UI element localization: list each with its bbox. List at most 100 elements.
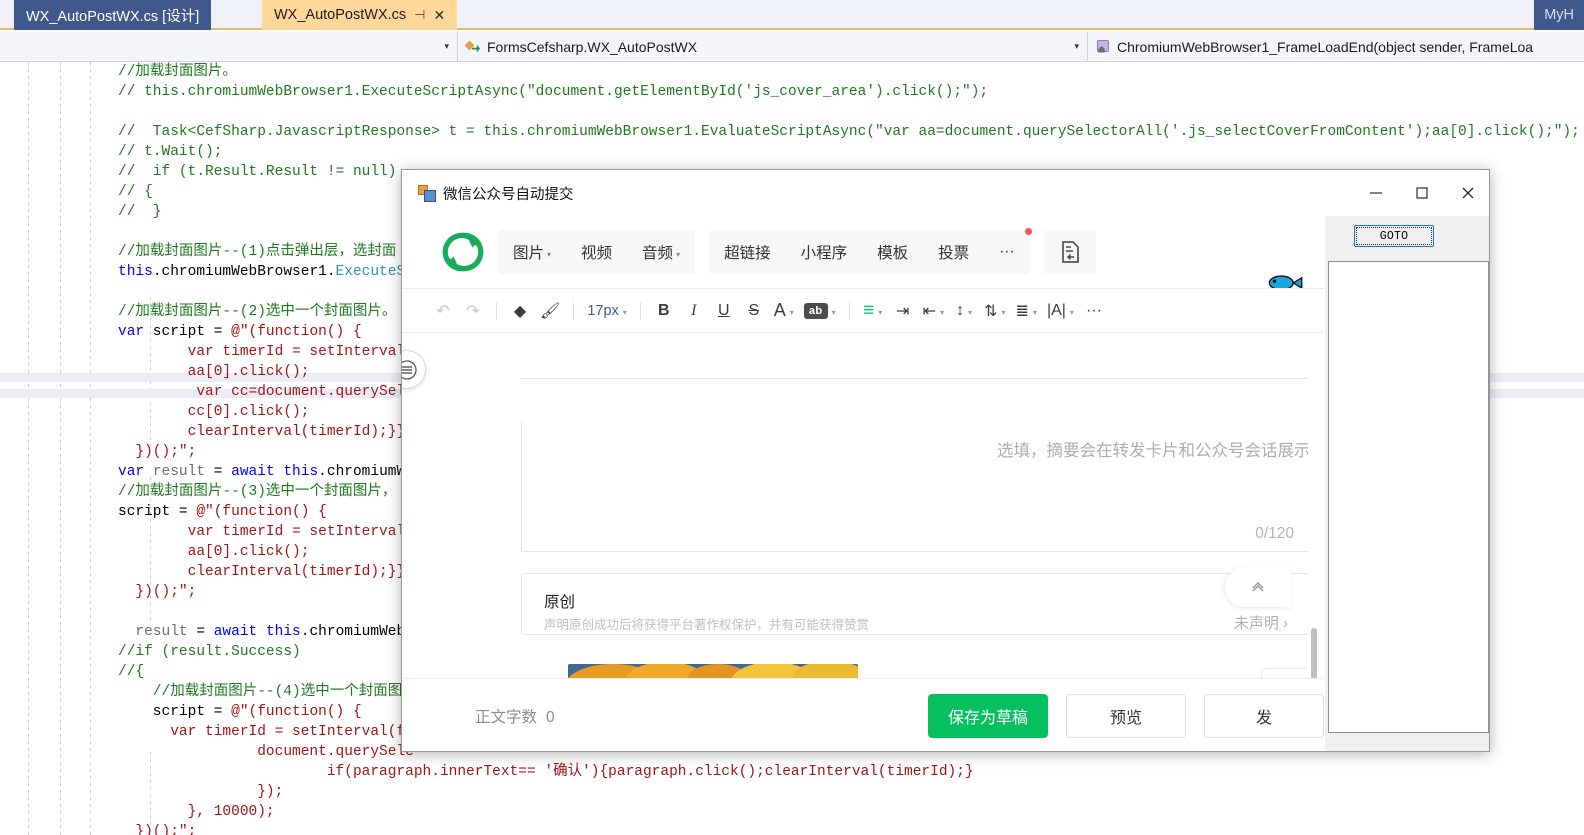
navigation-bar: ▾ FormsCefsharp.WX_AutoPostWX ▾ Chromium… — [0, 32, 1584, 62]
chevron-down-icon[interactable]: ▾ — [547, 250, 551, 259]
tab-overflow-right[interactable]: MyH — [1534, 0, 1584, 30]
wechat-mp-editor[interactable]: 图片 ▾ 视频 音频 ▾ 超链接 小程序 模板 投票 ··· ↶ ↷ ◆ 🖌 1… — [402, 216, 1324, 751]
goto-button[interactable]: GOTO — [1354, 225, 1434, 247]
chevron-down-icon[interactable]: ▾ — [878, 308, 882, 317]
pin-icon[interactable]: ⊣ — [414, 7, 425, 23]
navbar-type-selector[interactable]: FormsCefsharp.WX_AutoPostWX ▾ — [458, 32, 1088, 61]
wechat-autopost-dialog[interactable]: 微信公众号自动提交 图片▾视频音频▾ 超链接小程序模板投票··· — [401, 169, 1490, 752]
tab-overflow-right-label: MyH — [1544, 7, 1574, 23]
chevron-down-icon[interactable]: ▾ — [832, 308, 836, 317]
close-icon[interactable]: ✕ — [433, 7, 445, 24]
code-line: }, 10000); — [118, 804, 275, 820]
chevron-down-icon[interactable]: ▾ — [676, 250, 680, 259]
footer-buttons: 保存为草稿 预览 发 — [928, 694, 1324, 738]
editor-body[interactable]: 选填，摘要会在转发卡片和公众号会话展示。 0/120 原创 声明原创成功后将获得… — [402, 333, 1324, 678]
tab-code[interactable]: WX_AutoPostWX.cs ⊣ ✕ — [262, 0, 458, 30]
navbar-member-selector[interactable]: ChromiumWebBrowser1_FrameLoadEnd(object … — [1088, 32, 1584, 61]
dialog-titlebar[interactable]: 微信公众号自动提交 — [402, 170, 1489, 216]
chevron-down-icon[interactable]: ▾ — [940, 308, 944, 317]
close-button[interactable] — [1445, 170, 1489, 216]
body-divider — [521, 378, 1311, 379]
paragraph-spacing-icon[interactable]: ⇅ ▾ — [979, 296, 1010, 326]
insert-item-0[interactable]: 图片 ▾ — [498, 230, 566, 274]
feature-item-3[interactable]: 投票 — [923, 230, 984, 274]
minimize-button[interactable] — [1353, 170, 1399, 216]
log-textbox[interactable] — [1328, 261, 1489, 733]
wordcount-value: 0 — [546, 709, 555, 726]
chevron-down-icon[interactable]: ▾ — [623, 308, 627, 317]
feature-item-0[interactable]: 超链接 — [709, 230, 786, 274]
chevron-down-icon[interactable]: ▾ — [790, 308, 794, 317]
highlight-icon[interactable]: ab ▾ — [799, 296, 841, 326]
footer-button-1[interactable]: 预览 — [1066, 694, 1186, 738]
wordcount: 正文字数 0 — [475, 705, 555, 727]
import-article-button[interactable] — [1044, 230, 1096, 274]
feature-menu-group: 超链接 小程序 模板 投票 ··· — [709, 228, 1032, 274]
digest-counter: 0/120 — [1255, 525, 1294, 542]
font-size-selector-label: 17px — [587, 302, 619, 319]
redo-icon[interactable]: ↷ — [458, 296, 488, 326]
import-article-group — [1043, 230, 1096, 274]
code-line: })();"; — [118, 824, 197, 835]
toolbar-separator — [573, 301, 575, 320]
format-painter-icon[interactable]: 🖌 — [535, 296, 565, 326]
undo-icon[interactable]: ↶ — [428, 296, 458, 326]
italic-icon[interactable]: I — [679, 296, 709, 326]
list-spacing-icon[interactable]: ≣ ▾ — [1011, 296, 1042, 326]
original-status[interactable]: 未声明 › — [1234, 612, 1288, 633]
wordcount-label: 正文字数 — [475, 709, 538, 726]
feature-item-4[interactable]: ··· — [984, 228, 1032, 274]
line-height-icon[interactable]: ↕ ▾ — [949, 296, 979, 326]
insert-toolbar: 图片 ▾ 视频 音频 ▾ 超链接 小程序 模板 投票 ··· — [402, 216, 1324, 288]
autumn-forest-image — [568, 664, 858, 678]
indent-increase-icon[interactable]: ⇥ — [888, 296, 918, 326]
feature-item-3-label: 投票 — [938, 245, 970, 262]
cover-image[interactable] — [568, 664, 858, 678]
feature-item-2[interactable]: 模板 — [862, 230, 923, 274]
align-icon-label: ≡ — [863, 299, 875, 321]
line-height-icon-label: ↕ — [956, 301, 965, 319]
chevron-down-icon[interactable]: ▾ — [1068, 41, 1079, 52]
bold-icon[interactable]: B — [649, 296, 679, 326]
chevron-down-icon[interactable]: ▾ — [1070, 308, 1074, 317]
app-icon — [418, 185, 436, 202]
paragraph-spacing-icon-label: ⇅ — [984, 302, 998, 320]
text-color-icon-label: A — [773, 300, 786, 320]
footer-button-2-label: 发 — [1255, 710, 1272, 727]
chevron-down-icon[interactable]: ▾ — [1002, 308, 1006, 317]
dialog-title: 微信公众号自动提交 — [443, 186, 574, 203]
chevron-down-icon[interactable]: ▾ — [1033, 308, 1037, 317]
footer-button-2[interactable]: 发 — [1204, 694, 1324, 738]
chevron-down-icon[interactable]: ▾ — [968, 308, 972, 317]
insert-item-2[interactable]: 音频 ▾ — [627, 230, 695, 274]
method-lock-icon — [1096, 39, 1111, 54]
font-size-selector[interactable]: 17px ▾ — [582, 296, 631, 326]
chevron-down-icon[interactable]: ▾ — [438, 41, 449, 52]
original-subtitle: 声明原创成功后将获得平台著作权保护，并有可能获得赞赏 — [544, 618, 870, 632]
text-color-icon[interactable]: A ▾ — [769, 296, 799, 326]
original-declaration-card[interactable]: 原创 声明原创成功后将获得平台著作权保护，并有可能获得赞赏 未声明 › — [521, 573, 1311, 635]
undo-icon-label: ↶ — [436, 302, 450, 320]
more-format-icon[interactable]: ··· — [1079, 296, 1109, 326]
drag-handle-icon[interactable] — [402, 350, 426, 389]
maximize-button[interactable] — [1399, 170, 1445, 216]
import-icon — [1061, 241, 1079, 263]
underline-icon[interactable]: U — [709, 296, 739, 326]
navbar-project-selector[interactable]: ▾ — [0, 32, 458, 61]
footer-button-0[interactable]: 保存为草稿 — [928, 694, 1048, 738]
indent-decrease-icon[interactable]: ⇤ ▾ — [918, 296, 949, 326]
insert-item-0-label: 图片 — [513, 245, 545, 262]
feature-item-1[interactable]: 小程序 — [786, 230, 863, 274]
strikethrough-icon[interactable]: S — [739, 296, 769, 326]
collapse-chevron-up-icon[interactable] — [1225, 567, 1291, 607]
tab-designer[interactable]: WX_AutoPostWX.cs [设计] — [14, 0, 212, 30]
code-line: // t.Wait(); — [118, 144, 223, 160]
digest-field[interactable]: 选填，摘要会在转发卡片和公众号会话展示。 0/120 — [521, 421, 1324, 552]
eraser-icon[interactable]: ◆ — [505, 296, 535, 326]
align-icon[interactable]: ≡ ▾ — [858, 296, 888, 326]
insert-item-1[interactable]: 视频 — [566, 230, 627, 274]
winforms-side-panel: GOTO — [1324, 216, 1489, 751]
code-line: //加载封面图片。 — [118, 64, 237, 80]
notification-badge — [1024, 228, 1032, 235]
letter-spacing-icon[interactable]: |A| ▾ — [1042, 296, 1079, 326]
